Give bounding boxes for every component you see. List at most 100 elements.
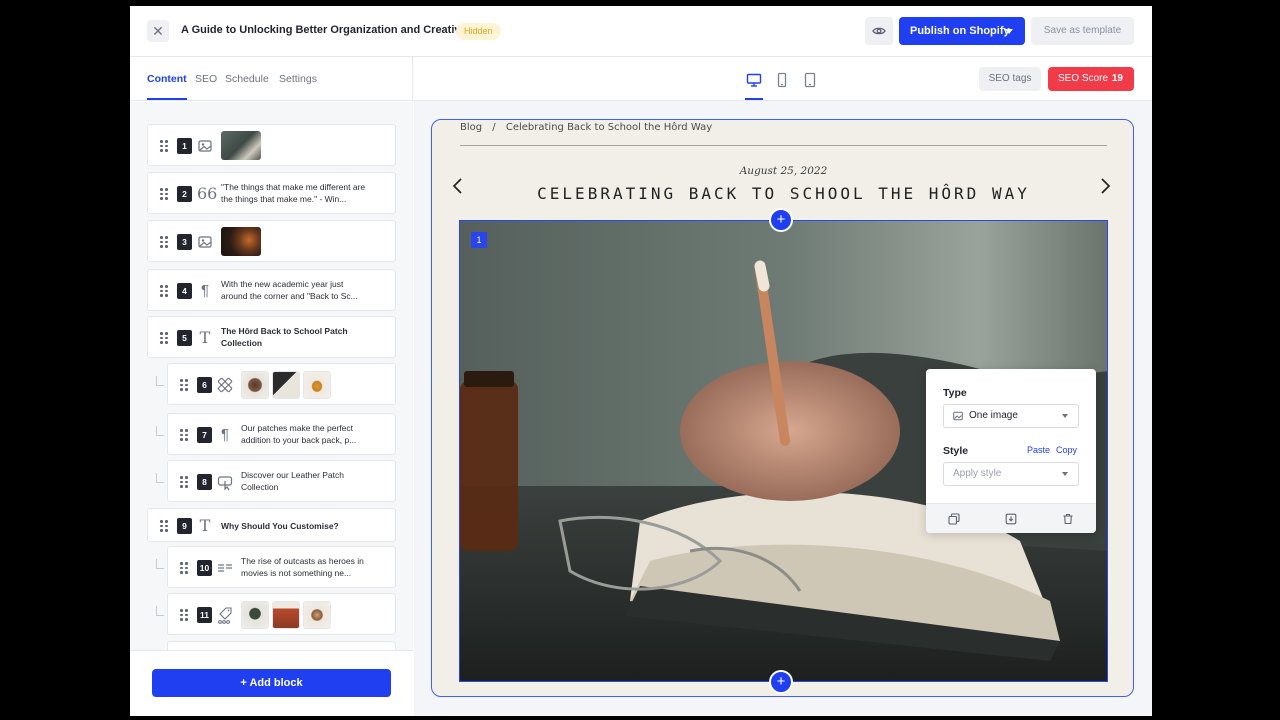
drag-handle-icon[interactable] (180, 476, 188, 488)
drag-handle-icon[interactable] (160, 188, 168, 200)
block-number: 3 (177, 234, 192, 250)
block-thumbnail (221, 131, 261, 160)
block-thumbnail (241, 601, 269, 629)
status-badge: Hidden (456, 23, 501, 40)
block-number: 2 (177, 186, 192, 202)
text-icon (217, 558, 233, 578)
device-toolbar: SEO tags SEO Score 19 (414, 57, 1152, 101)
desktop-icon[interactable] (746, 72, 762, 88)
list-item[interactable]: 10 The rise of outcasts as heroes in mov… (167, 546, 396, 588)
paragraph-icon: ¶ (200, 282, 210, 299)
panel-tabs: Content SEO Schedule Settings (130, 57, 413, 101)
tab-schedule[interactable]: Schedule (225, 73, 269, 85)
list-item[interactable]: 2 66 "The things that make me different … (147, 172, 396, 214)
block-thumbnail (272, 371, 300, 399)
type-select[interactable]: One image (943, 404, 1079, 428)
block-thumbnail (303, 601, 331, 629)
drag-handle-icon[interactable] (160, 520, 168, 532)
block-number: 11 (197, 607, 212, 623)
list-item[interactable]: 4 ¶ With the new academic year just arou… (147, 269, 396, 311)
style-placeholder: Apply style (953, 468, 1002, 479)
active-device-indicator (745, 98, 763, 100)
block-thumbnail (221, 227, 261, 256)
close-icon[interactable]: ✕ (147, 20, 169, 42)
list-item[interactable]: 9 T Why Should You Customise? (147, 508, 396, 542)
block-number: 8 (197, 474, 212, 490)
seo-score-label: SEO Score (1058, 73, 1109, 84)
trash-icon[interactable] (1062, 513, 1074, 525)
drag-handle-icon[interactable] (180, 562, 188, 574)
image-icon (197, 136, 213, 156)
block-text: "The things that make me different are t… (221, 182, 366, 204)
drag-handle-icon[interactable] (180, 609, 188, 621)
list-item[interactable] (167, 641, 396, 650)
breadcrumb-separator: / (492, 122, 496, 133)
tablet-icon[interactable] (802, 72, 818, 88)
list-item[interactable]: 3 (147, 220, 396, 262)
paste-style-link[interactable]: Paste (1027, 445, 1050, 455)
drag-handle-icon[interactable] (160, 140, 168, 152)
product-icon (217, 605, 233, 625)
block-number: 4 (177, 283, 192, 299)
caret-down-icon (1062, 414, 1068, 418)
paragraph-icon: ¶ (220, 426, 230, 443)
add-block-above-button[interactable]: + (769, 208, 793, 232)
add-block-button[interactable]: + Add block (152, 669, 391, 697)
tab-settings[interactable]: Settings (279, 73, 317, 85)
image-block-badge: 1 (471, 232, 487, 248)
seo-score-button[interactable]: SEO Score 19 (1048, 67, 1134, 91)
style-select[interactable]: Apply style (943, 462, 1079, 486)
save-template-button[interactable]: Save as template (1031, 17, 1134, 45)
quote-icon: 66 (197, 184, 218, 203)
breadcrumb: Blog / Celebrating Back to School the Hô… (460, 122, 712, 133)
list-item[interactable]: 11 (167, 593, 396, 635)
block-number: 1 (177, 138, 192, 154)
page-title: A Guide to Unlocking Better Organization… (181, 24, 474, 36)
drag-handle-icon[interactable] (180, 379, 188, 391)
breadcrumb-root[interactable]: Blog (460, 122, 482, 133)
heading-icon: T (199, 328, 211, 347)
active-tab-indicator (147, 98, 187, 100)
block-thumbnail (303, 371, 331, 399)
list-item[interactable]: 8 Discover our Leather Patch Collection (167, 460, 396, 502)
mobile-icon[interactable] (774, 72, 790, 88)
tab-content[interactable]: Content (147, 73, 187, 85)
style-label: Style (943, 445, 969, 457)
image-icon (197, 232, 213, 252)
type-label: Type (943, 387, 967, 399)
preview-button[interactable] (865, 17, 893, 45)
list-item[interactable]: 7 ¶ Our patches make the perfect additio… (167, 413, 396, 455)
nest-connector (156, 559, 164, 569)
popup-actions (926, 503, 1096, 533)
editor-window: ✕ A Guide to Unlocking Better Organizati… (130, 6, 1152, 716)
add-block-label: Add block (249, 677, 303, 689)
copy-style-link[interactable]: Copy (1056, 445, 1077, 455)
image-icon (953, 411, 963, 421)
heading-icon: T (199, 516, 211, 535)
nest-connector (156, 606, 164, 616)
list-item[interactable]: 1 (147, 124, 396, 166)
seo-tags-button[interactable]: SEO tags (979, 67, 1041, 91)
list-item[interactable]: 5 T The Hôrd Back to School Patch Collec… (147, 316, 396, 358)
drag-handle-icon[interactable] (160, 236, 168, 248)
block-text: Why Should You Customise? (221, 521, 339, 531)
list-item[interactable]: 6 (167, 363, 396, 405)
drag-handle-icon[interactable] (180, 429, 188, 441)
add-block-footer: + Add block (130, 650, 413, 716)
block-number: 10 (197, 560, 212, 576)
publish-button[interactable]: Publish on Shopify (899, 17, 1025, 45)
duplicate-icon[interactable] (948, 513, 960, 525)
drag-handle-icon[interactable] (160, 285, 168, 297)
save-icon[interactable] (1005, 513, 1017, 525)
drag-handle-icon[interactable] (160, 332, 168, 344)
tab-seo[interactable]: SEO (195, 73, 217, 85)
block-thumbnail (272, 601, 300, 629)
block-number: 7 (197, 427, 212, 443)
breadcrumb-divider (460, 145, 1107, 146)
block-text: The Hôrd Back to School Patch Collection (221, 326, 348, 348)
seo-score-value: 19 (1111, 73, 1123, 84)
add-block-below-button[interactable]: + (769, 670, 793, 694)
block-text: With the new academic year just around t… (221, 279, 358, 301)
post-date: August 25, 2022 (739, 165, 828, 177)
block-number: 9 (177, 518, 192, 534)
